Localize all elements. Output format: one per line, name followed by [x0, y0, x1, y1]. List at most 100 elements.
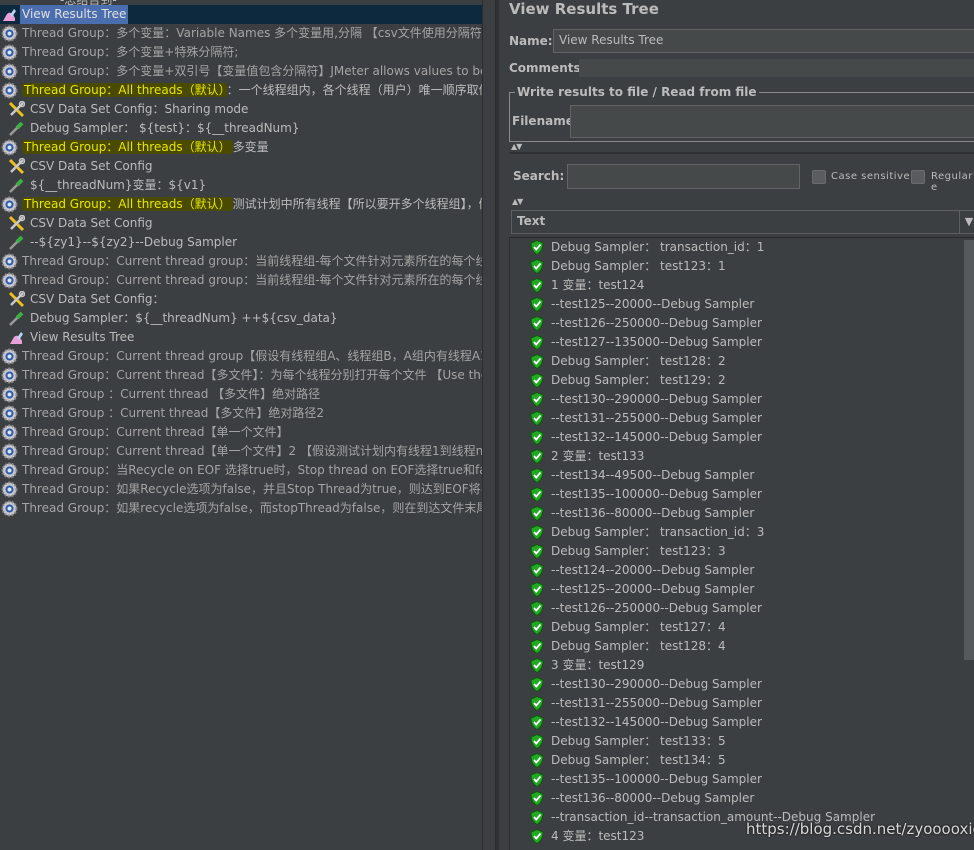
result-label: --test134--49500--Debug Sampler — [551, 468, 755, 482]
tree-row-thread-group[interactable]: Thread Group：如果Recycle选项为false，并且Stop Th… — [0, 480, 482, 499]
tree-row-label: Thread Group：多个变量+双引号【变量值包含分隔符】JMeter al… — [22, 64, 482, 78]
tree-row-csv-config[interactable]: CSV Data Set Config：Sharing mode — [0, 100, 482, 119]
success-shield-icon — [530, 639, 544, 654]
tree-row-label: Thread Group：Current thread【单一个文件】2 【假设测… — [22, 444, 482, 458]
split-pane-divider[interactable] — [482, 0, 496, 850]
tree-row-thread-group[interactable]: Thread Group：All threads（默认） 多变量 — [0, 138, 482, 157]
success-shield-icon — [530, 240, 544, 255]
success-shield-icon — [530, 772, 544, 787]
renderer-selected: Text — [517, 214, 546, 228]
watermark: https://blog.csdn.net/zyooooxie — [746, 820, 974, 838]
pipette-icon — [8, 234, 25, 251]
success-shield-icon — [530, 297, 544, 312]
success-shield-icon — [530, 582, 544, 597]
results-list[interactable]: Debug Sampler： transaction_id：1 Debug Sam… — [509, 237, 974, 850]
chevron-down-icon[interactable]: ▼ — [959, 211, 974, 233]
tree-row-thread-group[interactable]: Thread Group ：Current thread【多文件】绝对路径2 — [0, 404, 482, 423]
collapse-expand-arrows[interactable]: ▲▼ — [512, 197, 523, 206]
name-input[interactable]: View Results Tree — [553, 29, 974, 53]
tree-row-thread-group[interactable]: Thread Group：All threads（默认） ：一个线程组内，各个线程… — [0, 81, 482, 100]
test-plan-tree[interactable]: -忠结告到- View Results Tree Thread Group：多个… — [0, 0, 482, 850]
gear-icon — [1, 405, 18, 422]
result-label: --test130--290000--Debug Sampler — [551, 677, 762, 691]
gear-icon — [1, 386, 18, 403]
result-label: Debug Sampler： transaction_id：3 — [551, 525, 765, 539]
gear-icon — [1, 44, 18, 61]
tree-row-label: Thread Group：多个变量：Variable Names 多个变量用,分… — [22, 26, 482, 40]
tree-row-debug-sampler[interactable]: Debug Sampler：${__threadNum} ++${csv_dat… — [0, 309, 482, 328]
renderer-select[interactable]: Text ▼ — [511, 210, 974, 234]
case-sensitive-checkbox[interactable] — [812, 170, 826, 184]
tree-row-label: Thread Group：Current thread【多文件】：为每个线程分别… — [22, 368, 482, 382]
success-shield-icon — [530, 430, 544, 445]
tree-row-thread-group[interactable]: Thread Group：Current thread group【假设有线程组… — [0, 347, 482, 366]
listener-icon — [8, 329, 25, 346]
success-shield-icon — [530, 601, 544, 616]
gear-icon — [1, 500, 18, 517]
view-results-tree-panel: View Results Tree Name: View Results Tre… — [496, 0, 974, 850]
success-shield-icon — [530, 468, 544, 483]
highlighted-text: Thread Group：All threads（默认） — [22, 140, 233, 154]
tree-row-thread-group[interactable]: Thread Group：Current thread group：当前线程组-… — [0, 271, 482, 290]
tree-row-debug-sampler[interactable]: Debug Sampler： ${test}：${__threadNum} — [0, 119, 482, 138]
tree-row-thread-group[interactable]: Thread Group：Current thread【单一个文件】 — [0, 423, 482, 442]
tree-row-thread-group[interactable]: Thread Group：Current thread【单一个文件】2 【假设测… — [0, 442, 482, 461]
tree-row-thread-group[interactable]: Thread Group：多个变量+特殊分隔符; — [0, 43, 482, 62]
comments-label: Comments: — [509, 61, 586, 75]
tree-row-label: Thread Group：Current thread group：当前线程组-… — [22, 254, 482, 268]
result-label: 3 变量：test129 — [551, 658, 645, 672]
highlighted-text: Thread Group：All threads（默认） — [22, 83, 227, 97]
tree-row-csv-config[interactable]: CSV Data Set Config — [0, 157, 482, 176]
wrench-screwdriver-icon — [8, 214, 26, 232]
row-text: 测试计划中所有线程【所以要开多个线程组】，假 — [232, 197, 482, 211]
result-label: Debug Sampler： test134：5 — [551, 753, 726, 767]
success-shield-icon — [530, 677, 544, 692]
success-shield-icon — [530, 525, 544, 540]
result-label: --test136--80000--Debug Sampler — [551, 791, 755, 805]
result-label: Debug Sampler： transaction_id：1 — [551, 240, 765, 254]
success-shield-icon — [530, 544, 544, 559]
tree-row-listener[interactable]: View Results Tree — [0, 328, 482, 347]
tree-row-thread-group[interactable]: Thread Group：当Recycle on EOF 选择true时，Sto… — [0, 461, 482, 480]
tree-row-thread-group[interactable]: Thread Group：Current thread group：当前线程组-… — [0, 252, 482, 271]
filename-input[interactable] — [570, 105, 974, 138]
result-label: Debug Sampler： test123：3 — [551, 544, 726, 558]
tree-row-thread-group[interactable]: Thread Group ：Current thread 【多文件】绝对路径 — [0, 385, 482, 404]
comments-input[interactable] — [579, 59, 974, 77]
result-label: --test126--250000--Debug Sampler — [551, 316, 762, 330]
regex-label: Regular e — [931, 171, 973, 193]
tree-row-thread-group[interactable]: Thread Group：多个变量+双引号【变量值包含分隔符】JMeter al… — [0, 62, 482, 81]
search-input[interactable] — [567, 164, 800, 189]
gear-icon — [1, 348, 18, 365]
highlighted-text: Thread Group：All threads（默认） — [22, 197, 233, 211]
regex-checkbox[interactable] — [911, 170, 925, 184]
tree-row-label: Thread Group：如果recycle选项为false，而stopThre… — [22, 501, 482, 515]
tree-row-csv-config[interactable]: CSV Data Set Config — [0, 214, 482, 233]
tree-row-selected-view-results-tree[interactable]: View Results Tree — [0, 5, 482, 24]
file-section-title: Write results to file / Read from file — [515, 85, 759, 99]
tree-row-debug-sampler[interactable]: ${__threadNum}变量：${v1} — [0, 176, 482, 195]
tree-row-label: Thread Group：如果Recycle选项为false，并且Stop Th… — [22, 482, 482, 496]
result-label: --test135--100000--Debug Sampler — [551, 772, 762, 786]
tree-row-label: CSV Data Set Config： — [30, 292, 165, 306]
result-label: --test132--145000--Debug Sampler — [551, 430, 762, 444]
results-scrollbar[interactable] — [964, 240, 974, 660]
success-shield-icon — [530, 316, 544, 331]
success-shield-icon — [530, 354, 544, 369]
tree-row-thread-group[interactable]: Thread Group：Current thread【多文件】：为每个线程分别… — [0, 366, 482, 385]
tree-row-thread-group[interactable]: Thread Group：All threads（默认） 测试计划中所有线程【所以… — [0, 195, 482, 214]
tree-row-label: Thread Group：Current thread group【假设有线程组… — [22, 349, 482, 363]
tree-row-csv-config[interactable]: CSV Data Set Config： — [0, 290, 482, 309]
success-shield-icon — [530, 715, 544, 730]
tree-row-thread-group[interactable]: Thread Group：多个变量：Variable Names 多个变量用,分… — [0, 24, 482, 43]
tree-row-label: --${zy1}--${zy2}--Debug Sampler — [30, 235, 238, 249]
tree-row-debug-sampler[interactable]: --${zy1}--${zy2}--Debug Sampler — [0, 233, 482, 252]
gear-icon — [1, 82, 18, 99]
gear-icon — [1, 272, 18, 289]
row-text: 多变量 — [232, 140, 269, 154]
tree-row-label: Thread Group：All threads（默认） 多变量 — [22, 138, 269, 157]
tree-row-thread-group[interactable]: Thread Group：如果recycle选项为false，而stopThre… — [0, 499, 482, 518]
collapse-expand-arrows[interactable]: ▲▼ — [511, 142, 522, 151]
pipette-icon — [8, 120, 25, 137]
pipette-icon — [8, 177, 25, 194]
